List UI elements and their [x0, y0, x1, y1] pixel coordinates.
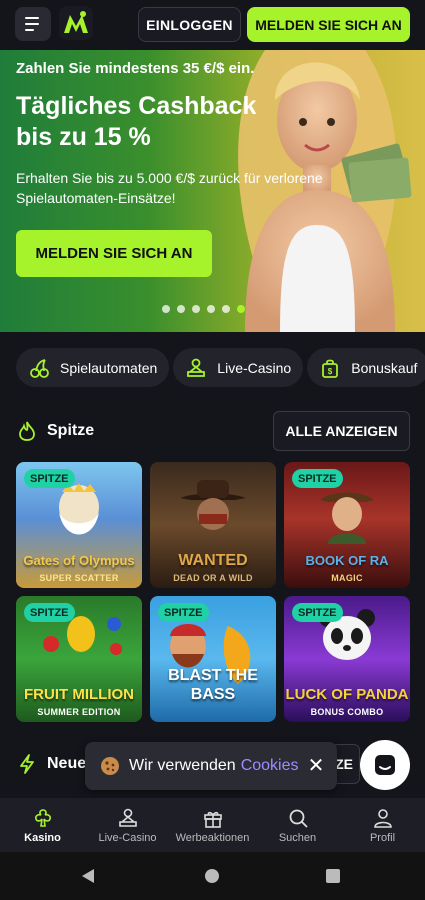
game-title: Gates of Olympus: [23, 553, 135, 568]
dealer-icon: [118, 808, 137, 827]
back-icon[interactable]: [82, 869, 94, 883]
cookie-toast: Wir verwenden Cookies ✕: [85, 742, 337, 790]
explorer-art: [320, 492, 374, 544]
cookie-text: Wir verwenden: [129, 757, 236, 774]
chip-bonuskauf[interactable]: $ Bonuskauf: [307, 348, 425, 387]
game-tile-blast-the-bass[interactable]: SPITZE BLAST THE BASS: [150, 596, 276, 722]
game-tile-fruit-million[interactable]: SPITZE FRUIT MILLION SUMMER EDITION: [16, 596, 142, 722]
cookies-link[interactable]: Cookies: [241, 757, 299, 775]
game-subtitle: DEAD OR A WILD: [173, 573, 253, 583]
zeus-art: [59, 483, 99, 535]
carousel-dot[interactable]: [222, 305, 230, 313]
hero-subtitle: Erhalten Sie bis zu 5.000 €/$ zurück für…: [16, 170, 323, 206]
game-badge: SPITZE: [292, 469, 343, 488]
chip-label: Bonuskauf: [351, 359, 418, 376]
game-badge: SPITZE: [24, 603, 75, 622]
hero-deposit-text: Zahlen Sie mindestens 35 €/$ ein.: [16, 60, 255, 77]
chip-live-casino[interactable]: Live-Casino: [173, 348, 304, 387]
game-title: WANTED: [178, 552, 248, 569]
chip-label: Live-Casino: [217, 359, 292, 376]
carousel-dot[interactable]: [177, 305, 185, 313]
nav-label: Suchen: [278, 831, 317, 844]
nav-label: Live-Casino: [98, 831, 157, 844]
section-top-header: Spitze ALLE ANZEIGEN: [16, 411, 410, 451]
home-icon[interactable]: [205, 869, 219, 883]
game-tile-wanted[interactable]: WANTED DEAD OR A WILD: [150, 462, 276, 588]
game-title: LUCK OF PANDA: [285, 686, 409, 703]
nav-werbeaktionen[interactable]: Werbeaktionen: [170, 798, 255, 852]
nav-profil[interactable]: Profil: [340, 798, 425, 852]
brand-logo-icon[interactable]: [59, 6, 93, 40]
carousel-dot[interactable]: [162, 305, 170, 313]
club-icon: [34, 808, 51, 827]
nav-label: Werbeaktionen: [175, 831, 250, 844]
user-icon: [373, 808, 392, 828]
game-title: FRUIT MILLION: [24, 686, 134, 703]
section-title: Neue: [47, 755, 87, 772]
cookie-icon: [101, 757, 119, 775]
game-badge: SPITZE: [24, 469, 75, 488]
chip-label: Spielautomaten: [60, 359, 158, 376]
dealer-icon: [187, 358, 206, 377]
system-nav-bar: [0, 852, 425, 900]
svg-text:$: $: [328, 367, 333, 376]
top-bar: EINLOGGEN MELDEN SIE SICH AN: [0, 0, 425, 50]
game-title: BLAST THE BASS: [168, 667, 258, 703]
hero-banner[interactable]: Zahlen Sie mindestens 35 €/$ ein. Täglic…: [0, 50, 425, 332]
game-tile-luck-of-panda[interactable]: SPITZE LUCK OF PANDA BONUS COMBO: [284, 596, 410, 722]
hamburger-icon[interactable]: [15, 7, 51, 41]
game-subtitle: MAGIC: [331, 573, 363, 583]
section-title: Spitze: [47, 422, 95, 439]
chip-spielautomaten[interactable]: Spielautomaten: [16, 348, 170, 387]
category-chips: Spielautomaten Live-Casino $ Bonuskauf: [16, 348, 425, 387]
gift-icon: [203, 811, 222, 828]
nav-label: Profil: [369, 831, 396, 844]
support-chat-button[interactable]: [360, 740, 410, 790]
carousel-dot[interactable]: [207, 305, 215, 313]
casino-app-screen: EINLOGGEN MELDEN SIE SICH AN Zahlen Sie …: [0, 0, 425, 900]
game-tile-book-of-ra[interactable]: SPITZE BOOK OF RA MAGIC: [284, 462, 410, 588]
cherries-icon: [30, 358, 49, 378]
game-badge: SPITZE: [158, 603, 209, 622]
cowboy-art: [180, 480, 246, 530]
carousel-dots: [162, 305, 245, 313]
bonus-bag-icon: $: [322, 359, 339, 378]
carousel-dot-active[interactable]: [237, 305, 245, 313]
show-all-button[interactable]: ALLE ANZEIGEN: [273, 411, 410, 451]
nav-label: Kasino: [24, 831, 61, 844]
carousel-dot[interactable]: [192, 305, 200, 313]
bottom-nav: Kasino Live-Casino Werbeaktionen Suchen: [0, 798, 425, 852]
game-subtitle: SUPER SCATTER: [39, 573, 119, 583]
hero-register-button[interactable]: MELDEN SIE SICH AN: [16, 230, 212, 277]
lightning-icon: [20, 754, 34, 774]
nav-kasino[interactable]: Kasino: [0, 798, 85, 852]
close-icon[interactable]: ✕: [305, 755, 327, 777]
game-subtitle: SUMMER EDITION: [37, 707, 121, 717]
nav-suchen[interactable]: Suchen: [255, 798, 340, 852]
hero-title: Tägliches Cashback bis zu 15 %: [16, 92, 257, 151]
search-icon: [289, 809, 308, 828]
chat-icon: [375, 755, 395, 775]
flame-icon: [19, 421, 35, 441]
login-button[interactable]: EINLOGGEN: [138, 7, 241, 42]
game-badge: SPITZE: [292, 603, 343, 622]
recent-apps-icon[interactable]: [326, 869, 340, 883]
register-button[interactable]: MELDEN SIE SICH AN: [247, 7, 410, 42]
game-subtitle: BONUS COMBO: [310, 707, 384, 717]
game-title: BOOK OF RA: [305, 553, 389, 568]
game-tile-gates-of-olympus[interactable]: SPITZE Gates of Olympus SUPER SCATTER: [16, 462, 142, 588]
nav-live-casino[interactable]: Live-Casino: [85, 798, 170, 852]
